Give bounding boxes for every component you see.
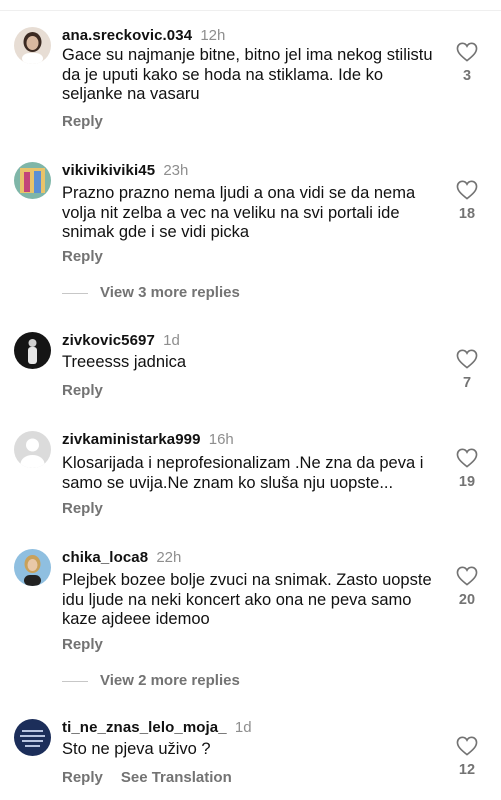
divider-dash — [62, 292, 88, 294]
heart-icon[interactable] — [456, 180, 478, 200]
comment-header: ti_ne_znas_lelo_moja_ 1d — [62, 719, 252, 737]
like-count: 12 — [458, 762, 476, 778]
like-count: 20 — [458, 592, 476, 608]
see-translation-button[interactable]: See Translation — [121, 769, 232, 786]
like-count: 7 — [462, 375, 472, 391]
timestamp: 23h — [163, 162, 189, 179]
timestamp: 16h — [208, 431, 234, 448]
comment-text: Plejbek bozee bolje zvuci na snimak. Zas… — [62, 571, 432, 629]
username[interactable]: ana.sreckovic.034 — [62, 27, 192, 44]
comment-text: Gace su najmanje bitne, bitno jel ima ne… — [62, 46, 433, 104]
like-control: 7 — [452, 349, 482, 391]
heart-icon[interactable] — [456, 566, 478, 586]
comment-text: Prazno prazno nema ljudi a ona vidi se d… — [62, 184, 416, 242]
heart-icon[interactable] — [456, 736, 478, 756]
view-more-replies[interactable]: View 3 more replies — [62, 284, 240, 301]
reply-button[interactable]: Reply — [62, 769, 103, 786]
comment-actions: Reply — [62, 500, 103, 517]
like-control: 12 — [452, 736, 482, 778]
like-count: 18 — [458, 206, 476, 222]
reply-button[interactable]: Reply — [62, 113, 103, 130]
view-replies-label: View 2 more replies — [100, 672, 240, 689]
comment-text: Treeesss jadnica — [62, 353, 187, 371]
reply-button[interactable]: Reply — [62, 248, 103, 265]
comment-actions: Reply — [62, 636, 103, 653]
comment-actions: Reply — [62, 382, 103, 399]
username[interactable]: chika_loca8 — [62, 549, 148, 566]
comment-header: ana.sreckovic.034 12h — [62, 27, 225, 45]
comment-actions: Reply — [62, 113, 103, 130]
timestamp: 12h — [200, 27, 226, 44]
comment-actions: Reply See Translation — [62, 769, 232, 786]
avatar[interactable] — [14, 332, 51, 369]
comment-text: Klosarijada i neprofesionalizam .Ne zna … — [62, 454, 424, 492]
username[interactable]: vikivikiviki45 — [62, 162, 155, 179]
avatar[interactable] — [14, 719, 51, 756]
like-count: 19 — [458, 474, 476, 490]
avatar[interactable] — [14, 549, 51, 586]
like-count: 3 — [462, 68, 472, 84]
comment-header: chika_loca8 22h — [62, 549, 181, 567]
heart-icon[interactable] — [456, 448, 478, 468]
comment-header: zivkaministarka999 16h — [62, 431, 234, 449]
reply-button[interactable]: Reply — [62, 636, 103, 653]
comment-text: Sto ne pjeva uživo ? — [62, 740, 211, 758]
reply-button[interactable]: Reply — [62, 500, 103, 517]
comment-actions: Reply — [62, 248, 103, 265]
like-control: 19 — [452, 448, 482, 490]
timestamp: 1d — [163, 332, 180, 349]
timestamp: 22h — [156, 549, 182, 566]
username[interactable]: zivkaministarka999 — [62, 431, 201, 448]
reply-button[interactable]: Reply — [62, 382, 103, 399]
username[interactable]: zivkovic5697 — [62, 332, 155, 349]
like-control: 18 — [452, 180, 482, 222]
like-control: 20 — [452, 566, 482, 608]
view-more-replies[interactable]: View 2 more replies — [62, 672, 240, 689]
username[interactable]: ti_ne_znas_lelo_moja_ — [62, 719, 227, 736]
view-replies-label: View 3 more replies — [100, 284, 240, 301]
timestamp: 1d — [234, 719, 252, 736]
heart-icon[interactable] — [456, 42, 478, 62]
like-control: 3 — [452, 42, 482, 84]
avatar[interactable] — [14, 431, 51, 468]
comment-header: vikivikiviki45 23h — [62, 162, 188, 180]
avatar[interactable] — [14, 27, 51, 64]
divider-dash — [62, 680, 88, 682]
top-divider — [0, 10, 501, 11]
avatar[interactable] — [14, 162, 51, 199]
heart-icon[interactable] — [456, 349, 478, 369]
comment-header: zivkovic5697 1d — [62, 332, 180, 350]
